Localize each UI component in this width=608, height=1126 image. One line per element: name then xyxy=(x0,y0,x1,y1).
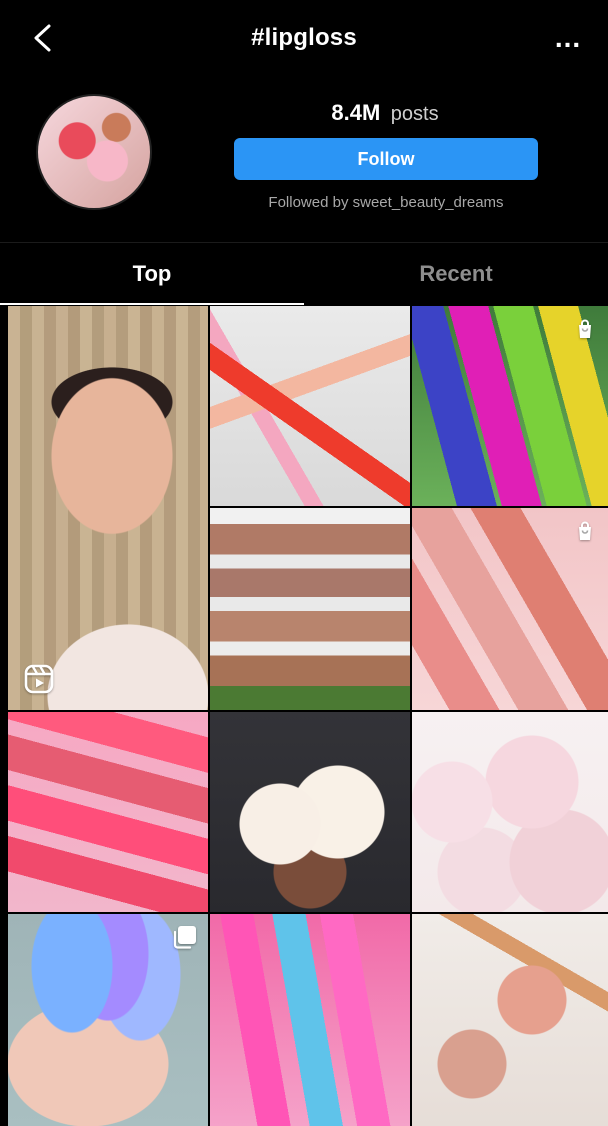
grid-tile[interactable] xyxy=(8,712,208,912)
follow-button[interactable]: Follow xyxy=(234,138,538,180)
grid-tile[interactable] xyxy=(210,306,410,506)
back-button[interactable] xyxy=(24,20,60,56)
tab-top[interactable]: Top xyxy=(0,243,304,305)
chevron-left-icon xyxy=(34,24,51,52)
grid-tile[interactable] xyxy=(412,914,608,1126)
post-stats: 8.4M posts xyxy=(232,100,538,126)
more-options-button[interactable]: ... xyxy=(548,22,588,54)
grid-tile-carousel[interactable] xyxy=(8,914,208,1126)
grid-tile[interactable] xyxy=(210,712,410,912)
hashtag-page: #lipgloss ... 8.4M posts Follow Followed… xyxy=(0,0,608,1126)
hashtag-header: 8.4M posts Follow Followed by sweet_beau… xyxy=(0,76,608,242)
hashtag-avatar[interactable] xyxy=(36,94,152,210)
grid-tile[interactable] xyxy=(210,508,410,710)
more-icon: ... xyxy=(554,22,582,53)
top-bar: #lipgloss ... xyxy=(0,0,608,76)
carousel-icon xyxy=(172,924,198,950)
shopping-bag-icon xyxy=(572,316,598,342)
grid-tile[interactable] xyxy=(412,306,608,506)
reels-icon xyxy=(22,662,56,696)
post-count: 8.4M xyxy=(331,100,381,125)
followed-by-text[interactable]: Followed by sweet_beauty_dreams xyxy=(228,194,544,211)
post-grid xyxy=(8,306,608,1126)
shopping-bag-icon xyxy=(572,518,598,544)
grid-tile-reel[interactable] xyxy=(8,306,208,710)
feed-tabs: Top Recent xyxy=(0,242,608,305)
grid-tile[interactable] xyxy=(412,508,608,710)
grid-tile[interactable] xyxy=(412,712,608,912)
page-title: #lipgloss xyxy=(251,24,357,51)
grid-tile[interactable] xyxy=(210,914,410,1126)
post-count-label: posts xyxy=(390,103,439,125)
tab-recent[interactable]: Recent xyxy=(304,243,608,305)
